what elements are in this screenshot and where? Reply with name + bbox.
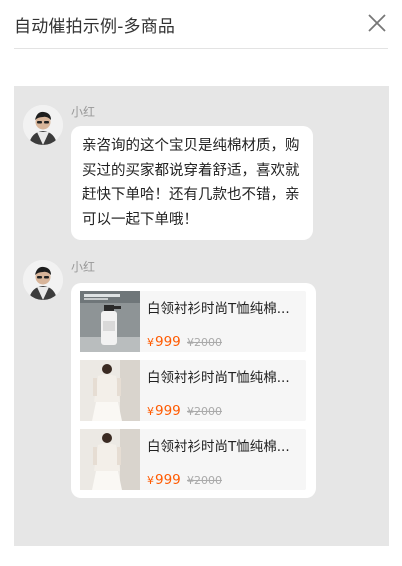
price-value: 999 [155,472,181,488]
currency-symbol: ¥ [147,336,154,349]
product-price: ¥999 [147,403,181,419]
close-button[interactable] [366,12,388,34]
avatar [23,105,63,145]
close-icon [368,14,386,32]
message-bubble: 亲咨询的这个宝贝是纯棉材质，购买过的买家都说穿着舒适，喜欢就赶快下单哈！还有几款… [71,126,313,240]
product-image [80,360,140,421]
currency-symbol: ¥ [147,405,154,418]
product-image [80,291,140,352]
product-name: 白领衬衫时尚T恤纯棉... [147,370,290,386]
original-price: ¥2000 [187,474,222,487]
sender-name: 小红 [71,260,96,274]
sender-name: 小红 [71,105,96,119]
price-value: 999 [155,403,181,419]
product-name: 白领衬衫时尚T恤纯棉... [147,439,290,455]
product-price: ¥999 [147,472,181,488]
product-price: ¥999 [147,334,181,350]
avatar [23,260,63,300]
product-list-bubble: 白领衬衫时尚T恤纯棉... ¥999 ¥2000 白领衬衫时尚T恤纯棉... ¥… [71,283,316,498]
dialog-header: 自动催拍示例-多商品 [0,0,402,48]
product-card[interactable]: 白领衬衫时尚T恤纯棉... ¥999 ¥2000 [80,429,306,490]
product-card[interactable]: 白领衬衫时尚T恤纯棉... ¥999 ¥2000 [80,360,306,421]
original-price: ¥2000 [187,336,222,349]
original-price: ¥2000 [187,405,222,418]
product-image [80,429,140,490]
dialog-title: 自动催拍示例-多商品 [14,17,176,37]
currency-symbol: ¥ [147,474,154,487]
product-card[interactable]: 白领衬衫时尚T恤纯棉... ¥999 ¥2000 [80,291,306,352]
header-divider [14,48,388,49]
product-name: 白领衬衫时尚T恤纯棉... [147,301,290,317]
price-value: 999 [155,334,181,350]
chat-preview-area[interactable]: 小红 亲咨询的这个宝贝是纯棉材质，购买过的买家都说穿着舒适，喜欢就赶快下单哈！还… [14,86,389,546]
